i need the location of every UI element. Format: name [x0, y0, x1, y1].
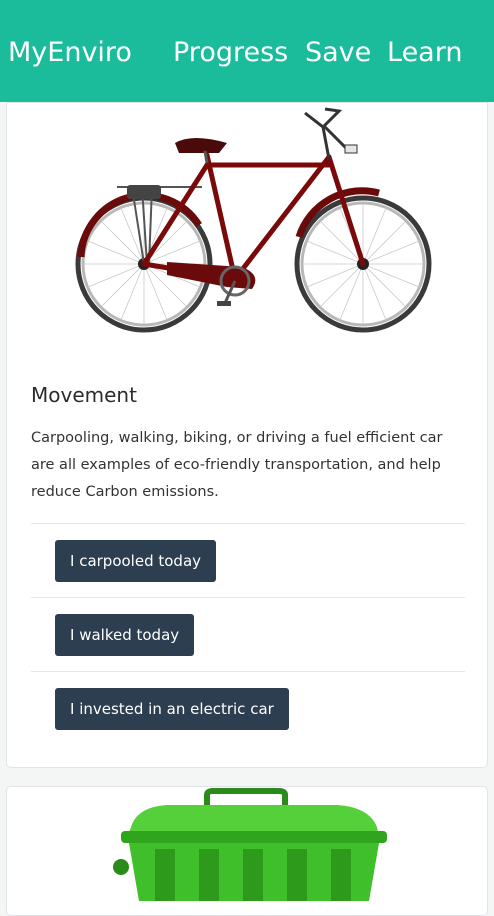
electric-car-button[interactable]: I invested in an electric car — [55, 688, 289, 730]
top-navbar: MyEnviro Progress Save Learn — [0, 0, 494, 102]
carpooled-today-button[interactable]: I carpooled today — [55, 540, 217, 582]
nav-link-progress[interactable]: Progress — [173, 33, 288, 73]
divider — [31, 671, 465, 672]
recycling-card — [6, 786, 488, 916]
movement-card: Movement Carpooling, walking, biking, or… — [6, 102, 488, 768]
bicycle-image — [75, 107, 432, 333]
divider — [31, 523, 465, 524]
card-description: Carpooling, walking, biking, or driving … — [31, 430, 443, 500]
divider — [31, 597, 465, 598]
nav-link-save[interactable]: Save — [305, 33, 371, 73]
recycling-bin-image — [113, 788, 387, 901]
brand-link[interactable]: MyEnviro — [8, 33, 132, 73]
card-title: Movement — [31, 383, 137, 407]
nav-link-learn[interactable]: Learn — [387, 33, 462, 73]
walked-today-button[interactable]: I walked today — [55, 614, 195, 656]
